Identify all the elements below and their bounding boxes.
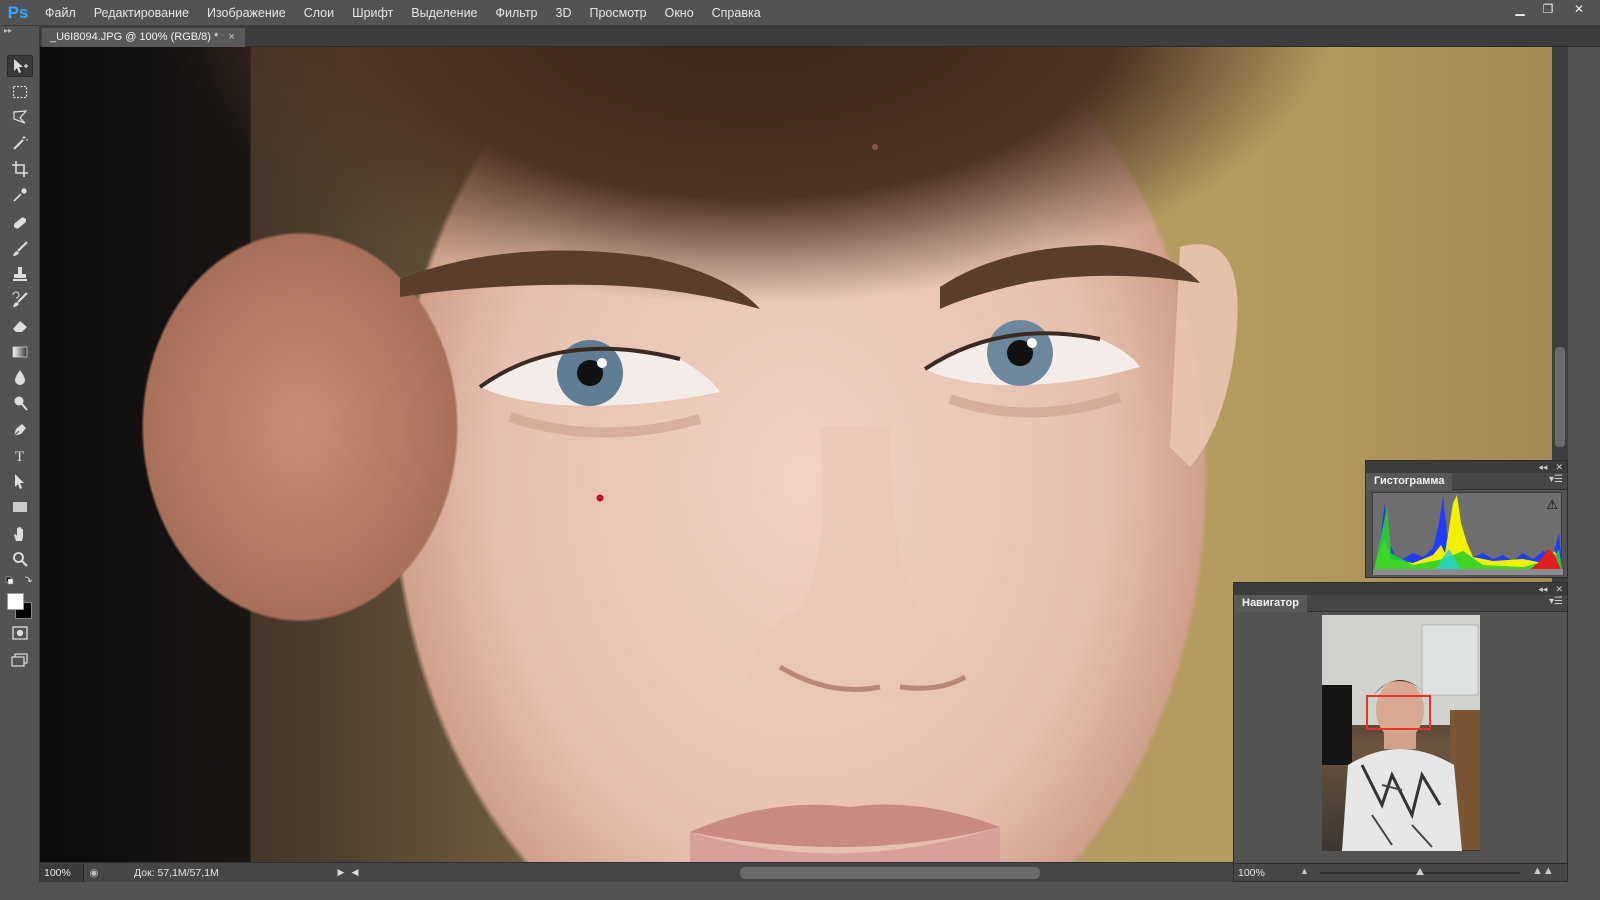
tab-navigator[interactable]: Навигатор [1234,595,1307,612]
zoom-slider-knob[interactable] [1416,868,1424,875]
zoom-out-icon[interactable]: ▲ [1300,866,1309,876]
panel-menu-icon[interactable]: ▾☰ [1549,474,1563,485]
dodge-tool-icon[interactable] [7,392,33,414]
cache-warning-icon[interactable]: ⚠ [1546,497,1558,513]
status-info-icon[interactable]: ◉ [84,867,104,879]
zoom-tool-icon[interactable] [7,548,33,570]
navigator-view-box[interactable] [1366,695,1431,730]
photoshop-logo[interactable]: Ps [0,0,36,26]
navigator-panel: ◂◂ ✕ Навигатор ▾☰ 100% ▲ ▲▲ [1233,582,1568,882]
histogram-panel-header: ◂◂ ✕ [1366,461,1567,473]
menu-3d[interactable]: 3D [547,0,581,26]
menu-window[interactable]: Окно [656,0,703,26]
status-bar: 100% ◉ Док: 57,1M/57,1M ▶ ◀ [40,862,1240,882]
pen-tool-icon[interactable] [7,419,33,441]
close-panel-icon[interactable]: ✕ [1555,462,1563,473]
menu-view[interactable]: Просмотр [581,0,656,26]
menu-bar: Ps Файл Редактирование Изображение Слои … [0,0,1600,26]
eraser-tool-icon[interactable] [7,315,33,337]
panel-menu-icon[interactable]: ▾☰ [1549,596,1563,607]
rectangle-tool-icon[interactable] [7,496,33,518]
navigator-zoom-field[interactable]: 100% [1234,867,1286,879]
collapse-panel-icon[interactable]: ◂◂ [1538,584,1547,595]
close-panel-icon[interactable]: ✕ [1555,584,1563,595]
menu-layers[interactable]: Слои [295,0,343,26]
document-tab[interactable]: _U6I8094.JPG @ 100% (RGB/8) * × [42,28,245,47]
menu-help[interactable]: Справка [703,0,770,26]
menu-type[interactable]: Шрифт [343,0,402,26]
horizontal-scroll-thumb[interactable] [740,867,1040,879]
navigator-thumbnail-image [1322,615,1480,851]
svg-text:T: T [15,449,24,464]
screen-mode-icon[interactable] [7,649,33,671]
menu-filter[interactable]: Фильтр [487,0,547,26]
menu-image[interactable]: Изображение [198,0,295,26]
histogram-graph: ⚠ [1372,492,1563,575]
document-tab-bar: _U6I8094.JPG @ 100% (RGB/8) * × [40,26,1600,47]
navigator-zoom-slider[interactable] [1320,868,1520,875]
document-size-info: Док: 57,1M/57,1M [134,866,219,879]
menu-file[interactable]: Файл [36,0,85,26]
marquee-tool-icon[interactable] [7,81,33,103]
history-brush-tool-icon[interactable] [7,289,33,311]
navigator-footer: 100% ▲ ▲▲ [1234,863,1567,881]
collapse-panel-icon[interactable]: ◂◂ [1538,462,1547,473]
gradient-tool-icon[interactable] [7,341,33,363]
scroll-left-icon[interactable]: ◀ [348,867,362,878]
histogram-plot [1373,495,1563,575]
default-colors-icon[interactable] [5,574,35,586]
zoom-level-field[interactable]: 100% [40,863,84,882]
navigator-panel-header: ◂◂ ✕ [1234,583,1567,595]
blur-tool-icon[interactable] [7,366,33,388]
lasso-tool-icon[interactable] [7,106,33,128]
tab-histogram[interactable]: Гистограмма [1366,473,1453,490]
move-tool-icon[interactable] [7,55,33,77]
healing-brush-tool-icon[interactable] [7,212,33,234]
color-swatches [5,590,35,622]
crop-tool-icon[interactable] [7,158,33,180]
type-tool-icon[interactable]: T [7,444,33,466]
minimize-button[interactable]: ▁ [1506,0,1534,18]
foreground-color-swatch[interactable] [7,593,24,610]
eyedropper-tool-icon[interactable] [7,184,33,206]
hand-tool-icon[interactable] [7,523,33,545]
quick-mask-icon[interactable] [7,622,33,644]
status-menu-arrow-icon[interactable]: ▶ [334,867,348,878]
vertical-scroll-thumb[interactable] [1555,347,1565,447]
window-controls: ▁ ❐ ✕ [1506,0,1596,18]
clone-stamp-tool-icon[interactable] [7,263,33,285]
close-tab-icon[interactable]: × [228,28,234,47]
brush-tool-icon[interactable] [7,238,33,260]
toolbox: ▸▸ T [0,26,40,900]
path-selection-tool-icon[interactable] [7,470,33,492]
close-button[interactable]: ✕ [1562,0,1596,18]
restore-button[interactable]: ❐ [1534,0,1562,18]
magic-wand-tool-icon[interactable] [7,132,33,154]
menu-edit[interactable]: Редактирование [85,0,198,26]
zoom-in-icon[interactable]: ▲▲ [1532,865,1554,877]
histogram-panel: ◂◂ ✕ Гистограмма ▾☰ ⚠ [1365,460,1568,578]
navigator-thumbnail[interactable] [1322,615,1480,851]
toolbox-grip-icon[interactable]: ▸▸ [0,26,39,36]
navigator-tabs: Навигатор ▾☰ [1234,595,1567,612]
histogram-tabs: Гистограмма ▾☰ [1366,473,1567,490]
document-tab-title: _U6I8094.JPG @ 100% (RGB/8) * [50,31,219,43]
bottom-strip [0,882,1600,900]
menu-select[interactable]: Выделение [402,0,486,26]
